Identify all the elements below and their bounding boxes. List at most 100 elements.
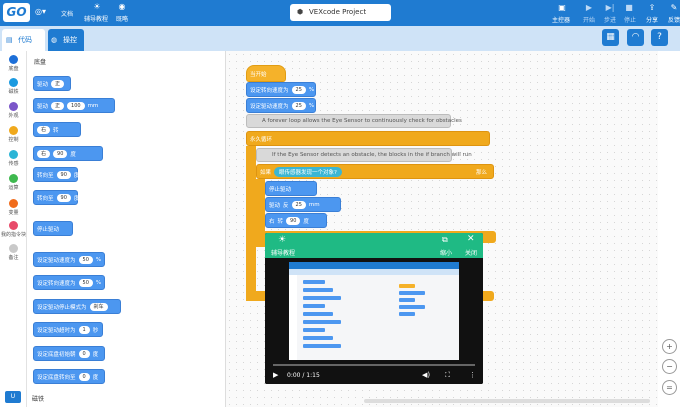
palette-block-p1[interactable]: 90 [56,170,71,179]
brain-button[interactable]: 主控器 [552,15,570,24]
palette-block-2[interactable]: 右转 [33,122,81,137]
find-icon[interactable]: ◉ [117,3,127,11]
close-icon[interactable]: ✕ [467,234,475,244]
brain-icon[interactable]: ▣ [557,4,567,12]
palette-block-p1[interactable]: 右 [37,125,51,134]
palette-block-9[interactable]: 设定驱动停止模式为 刹车 [33,299,121,314]
palette-block-7[interactable]: 设定驱动速度为 50% [33,252,105,267]
tutorial-menu[interactable]: 辅导教程 [84,14,108,23]
tutorial-icon[interactable]: ☀ [92,3,102,11]
palette-block-p1[interactable]: 90 [56,193,71,202]
stop-icon[interactable]: ■ [624,4,634,12]
comment-block-2[interactable]: If the Eye Sensor detects an obstacle, t… [256,148,472,162]
globe-icon[interactable]: ◎▾ [35,8,46,16]
palette-block-1[interactable]: 驱动正 100 mm [33,98,115,113]
palette-block-p1[interactable]: 50 [78,278,93,287]
palette-block-p1[interactable]: 0 [78,372,90,381]
category-3[interactable]: 控制 [0,126,27,143]
palette-block-p2[interactable]: 90 [53,149,68,158]
category-6[interactable]: 变量 [0,199,27,216]
minimize-icon[interactable]: ⧉ [442,235,448,245]
palette-block-6[interactable]: 停止驱动 [33,221,73,236]
palette-block-8[interactable]: 设定转向速度为 50% [33,275,105,290]
turn-velocity-value[interactable]: 25 [291,85,306,94]
category-1[interactable]: 磁铁 [0,78,27,95]
tutorial-video[interactable]: ▶ 0:00 / 1:15 ◀) ⛶ ⋮ [265,258,483,384]
palette-block-3[interactable]: 右 90 度 [33,146,103,161]
category-8[interactable]: 备注 [0,244,27,261]
comment-block-1[interactable]: A forever loop allows the Eye Sensor to … [246,114,462,128]
find-menu[interactable]: 既略 [116,14,128,23]
palette-block-p1[interactable]: 正 [51,101,65,110]
turn-degrees-value[interactable]: 90 [286,216,301,225]
volume-icon[interactable]: ◀) [422,371,430,379]
zoom-in-button[interactable]: + [662,339,677,354]
palette-block-unit: 度 [92,351,99,358]
palette-block-p1[interactable]: 刹车 [89,302,108,311]
video-palette-block [303,320,341,324]
palette-block-4[interactable]: 转向至 90 度 [33,167,79,182]
share-icon[interactable]: ⇪ [647,4,657,12]
category-2[interactable]: 外观 [0,102,27,119]
palette-block-11[interactable]: 设定底盘初始朝 0 度 [33,346,105,361]
zoom-out-button[interactable]: − [662,359,677,374]
tab-drive[interactable]: ◍ 操控 [48,29,84,51]
video-workspace-block [399,298,415,302]
share-button[interactable]: 分享 [646,15,658,24]
step-icon[interactable]: ▶| [605,4,615,12]
workspace-scrollbar[interactable] [364,399,650,403]
palette-block-10[interactable]: 设定驱动超时为 1 秒 [33,322,103,337]
eye-sensor-condition[interactable]: 眼传感器发现一个对象? [274,166,342,177]
zoom-reset-button[interactable]: = [662,380,677,395]
gamepad-icon: ◍ [51,36,58,44]
modal-title: 辅导教程 [271,250,296,257]
start-button[interactable]: 开始 [583,15,595,24]
palette-block-p1[interactable]: 正 [51,79,65,88]
minimize-button[interactable]: 缩小 [440,248,452,257]
category-list: 底盘磁铁外观控制传感运算变量我的指令块备注 [0,51,27,407]
when-started-block[interactable]: 当开始 [246,65,286,82]
play-icon[interactable]: ▶ [584,4,594,12]
palette-block-p1[interactable]: 0 [78,349,90,358]
drive-velocity-value[interactable]: 25 [291,101,306,110]
category-4[interactable]: 传感 [0,150,27,167]
palette-block-p1[interactable]: 右 [37,149,51,158]
palette-block-p1[interactable]: 50 [78,255,93,264]
close-button[interactable]: 关闭 [465,248,477,257]
turn-direction[interactable]: 右 [269,217,275,225]
set-turn-velocity-block[interactable]: 设定转向速度为 25% [246,82,316,97]
stop-driving-block[interactable]: 停止驱动 [265,181,317,196]
stop-button[interactable]: 停止 [624,15,636,24]
play-video-icon[interactable]: ▶ [273,371,278,379]
category-5[interactable]: 运算 [0,174,27,191]
drive-distance-value[interactable]: 25 [291,200,306,209]
palette-block-p1[interactable]: 1 [78,325,90,334]
set-drive-velocity-block[interactable]: 设定驱动速度为 25% [246,98,316,113]
palette-block-p2[interactable]: 100 [67,101,85,110]
magnet-icon[interactable]: U [5,391,21,403]
turn-block[interactable]: 右转 90 度 [265,213,327,228]
forever-block[interactable]: 永久循环 [246,131,490,146]
more-options-icon[interactable]: ⋮ [469,371,476,379]
category-7[interactable]: 我的指令块 [0,221,27,238]
drive-reverse-block[interactable]: 驱动反 25 mm [265,197,341,212]
step-button[interactable]: 步进 [604,15,616,24]
palette-block-0[interactable]: 驱动正 [33,76,71,91]
palette-block-5[interactable]: 转向至 90 度 [33,190,79,205]
video-progress-bar[interactable] [273,364,475,366]
feedback-icon[interactable]: ✎ [669,4,679,12]
category-0[interactable]: 底盘 [0,55,27,72]
fullscreen-icon[interactable]: ⛶ [445,371,450,380]
if-block[interactable]: 如果 眼传感器发现一个对象? 那么 [256,164,494,179]
project-name-field[interactable]: ⬢ VEXcode Project [290,4,391,21]
video-tabbar [289,269,459,275]
file-menu[interactable]: 文档 [61,9,73,18]
devices-button[interactable]: ▦ [602,29,619,46]
palette-block-12[interactable]: 设定底盘转向至 0 度 [33,369,105,384]
dashboard-button[interactable]: ◠ [627,29,644,46]
tab-code[interactable]: ▤ 代码 [2,29,45,51]
reverse-label[interactable]: 反 [283,201,289,209]
help-button[interactable]: ? [651,29,668,46]
drive-label: 驱动 [269,202,281,209]
feedback-button[interactable]: 反馈 [668,15,680,24]
